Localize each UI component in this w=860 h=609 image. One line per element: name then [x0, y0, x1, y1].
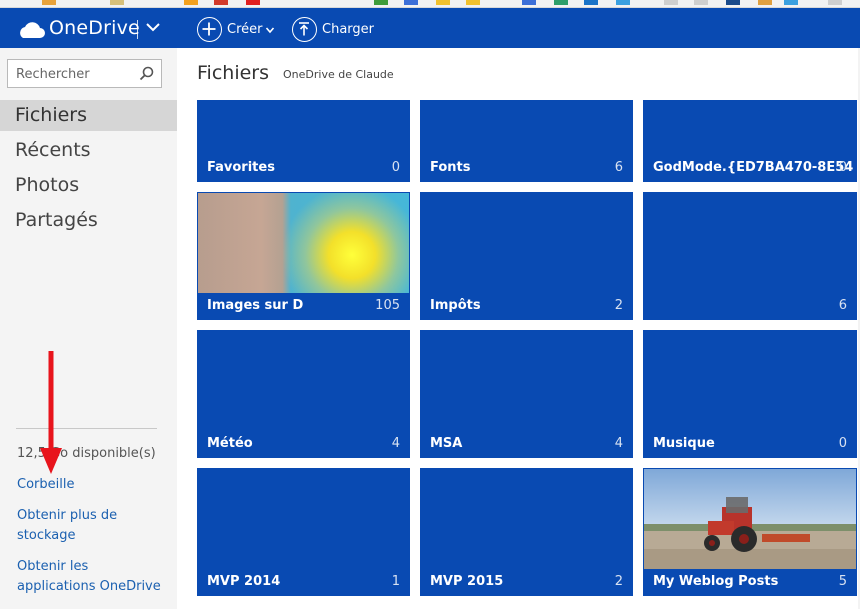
- folder-count: 5: [838, 574, 847, 589]
- folder-count: 0: [838, 436, 847, 451]
- folder-tile[interactable]: 6: [643, 192, 857, 320]
- folder-count: 4: [391, 436, 400, 451]
- search-icon[interactable]: [139, 66, 154, 81]
- chevron-down-icon: [266, 26, 275, 33]
- nav-item-recent[interactable]: Récents: [0, 135, 177, 166]
- page-title: Fichiers: [197, 62, 269, 84]
- bookmark-icon[interactable]: [694, 0, 708, 5]
- folder-tile[interactable]: GodMode.{ED7BA470-8E54 0: [643, 100, 857, 182]
- red-arrow-annotation: [40, 351, 62, 474]
- folder-count: 6: [838, 298, 847, 313]
- nav-item-shared[interactable]: Partagés: [0, 205, 177, 236]
- folder-count: 0: [391, 160, 400, 175]
- folder-tile[interactable]: Fonts 6: [420, 100, 633, 182]
- bookmark-icon[interactable]: [554, 0, 568, 5]
- folder-count: 2: [614, 574, 623, 589]
- bookmark-icon[interactable]: [828, 0, 842, 5]
- bookmark-icon[interactable]: [436, 0, 450, 5]
- folder-tile[interactable]: My Weblog Posts 5: [643, 468, 857, 596]
- recycle-bin-link[interactable]: Corbeille: [17, 475, 167, 495]
- folder-name: Images sur D: [207, 298, 304, 313]
- folder-tile[interactable]: Météo 4: [197, 330, 410, 458]
- sidebar: Rechercher Fichiers Récents Photos Parta…: [0, 48, 177, 609]
- bookmark-icon[interactable]: [758, 0, 772, 5]
- nav-item-files[interactable]: Fichiers: [0, 100, 177, 131]
- folder-name: GodMode.{ED7BA470-8E54: [653, 160, 854, 175]
- folder-thumbnail-image: [644, 469, 856, 569]
- search-input[interactable]: Rechercher: [7, 59, 162, 88]
- folder-name: Favorites: [207, 160, 275, 175]
- browser-bookmarks-strip: [0, 0, 860, 8]
- folder-count: 6: [614, 160, 623, 175]
- bookmark-icon[interactable]: [404, 0, 418, 5]
- upload-icon: [292, 17, 317, 42]
- folder-count: 105: [375, 298, 400, 313]
- bookmark-icon[interactable]: [110, 0, 124, 5]
- bookmark-icon[interactable]: [664, 0, 678, 5]
- folder-count: 2: [614, 298, 623, 313]
- folder-tile[interactable]: Images sur D 105: [197, 192, 410, 320]
- bookmark-icon[interactable]: [246, 0, 260, 5]
- bookmark-icon[interactable]: [726, 0, 740, 5]
- folder-name: MVP 2015: [430, 574, 504, 589]
- folder-name: Musique: [653, 436, 715, 451]
- bookmark-icon[interactable]: [42, 0, 56, 5]
- folder-name: Météo: [207, 436, 253, 451]
- folder-name: My Weblog Posts: [653, 574, 779, 589]
- folder-tile[interactable]: Impôts 2: [420, 192, 633, 320]
- get-more-storage-link[interactable]: Obtenir plus de stockage: [17, 506, 167, 546]
- folder-name: Fonts: [430, 160, 471, 175]
- folder-tile[interactable]: MSA 4: [420, 330, 633, 458]
- chevron-down-icon[interactable]: [145, 19, 161, 35]
- upload-button-label: Charger: [322, 22, 374, 37]
- plus-icon: [197, 17, 222, 42]
- cloud-icon: [20, 22, 45, 38]
- header-divider: [137, 20, 138, 39]
- content-header: Fichiers OneDrive de Claude: [177, 48, 860, 100]
- folder-tile[interactable]: Musique 0: [643, 330, 857, 458]
- bookmark-icon[interactable]: [214, 0, 228, 5]
- folder-tile[interactable]: MVP 2015 2: [420, 468, 633, 596]
- bookmark-icon[interactable]: [522, 0, 536, 5]
- get-onedrive-apps-link[interactable]: Obtenir les applications OneDrive: [17, 557, 167, 597]
- folder-name: MSA: [430, 436, 463, 451]
- bookmark-icon[interactable]: [584, 0, 598, 5]
- folder-count: 1: [391, 574, 400, 589]
- app-brand-label[interactable]: OneDrive: [49, 17, 140, 39]
- bookmark-icon[interactable]: [784, 0, 798, 5]
- folder-count: 4: [614, 436, 623, 451]
- bookmark-icon[interactable]: [466, 0, 480, 5]
- folder-tile[interactable]: Favorites 0: [197, 100, 410, 182]
- bookmark-icon[interactable]: [184, 0, 198, 5]
- search-placeholder: Rechercher: [16, 67, 90, 82]
- page-subtitle: OneDrive de Claude: [283, 68, 394, 81]
- folder-count: 0: [838, 160, 847, 175]
- bookmark-icon[interactable]: [616, 0, 630, 5]
- create-button[interactable]: Créer: [197, 16, 275, 43]
- folder-name: Impôts: [430, 298, 481, 313]
- app-header-bar: OneDrive Créer Charger: [0, 8, 860, 48]
- folder-tile[interactable]: MVP 2014 1: [197, 468, 410, 596]
- create-button-label: Créer: [227, 22, 263, 37]
- bookmark-icon[interactable]: [374, 0, 388, 5]
- folder-name: MVP 2014: [207, 574, 281, 589]
- upload-button[interactable]: Charger: [292, 16, 374, 43]
- folder-thumbnail-image: [198, 193, 409, 293]
- nav-item-photos[interactable]: Photos: [0, 170, 177, 201]
